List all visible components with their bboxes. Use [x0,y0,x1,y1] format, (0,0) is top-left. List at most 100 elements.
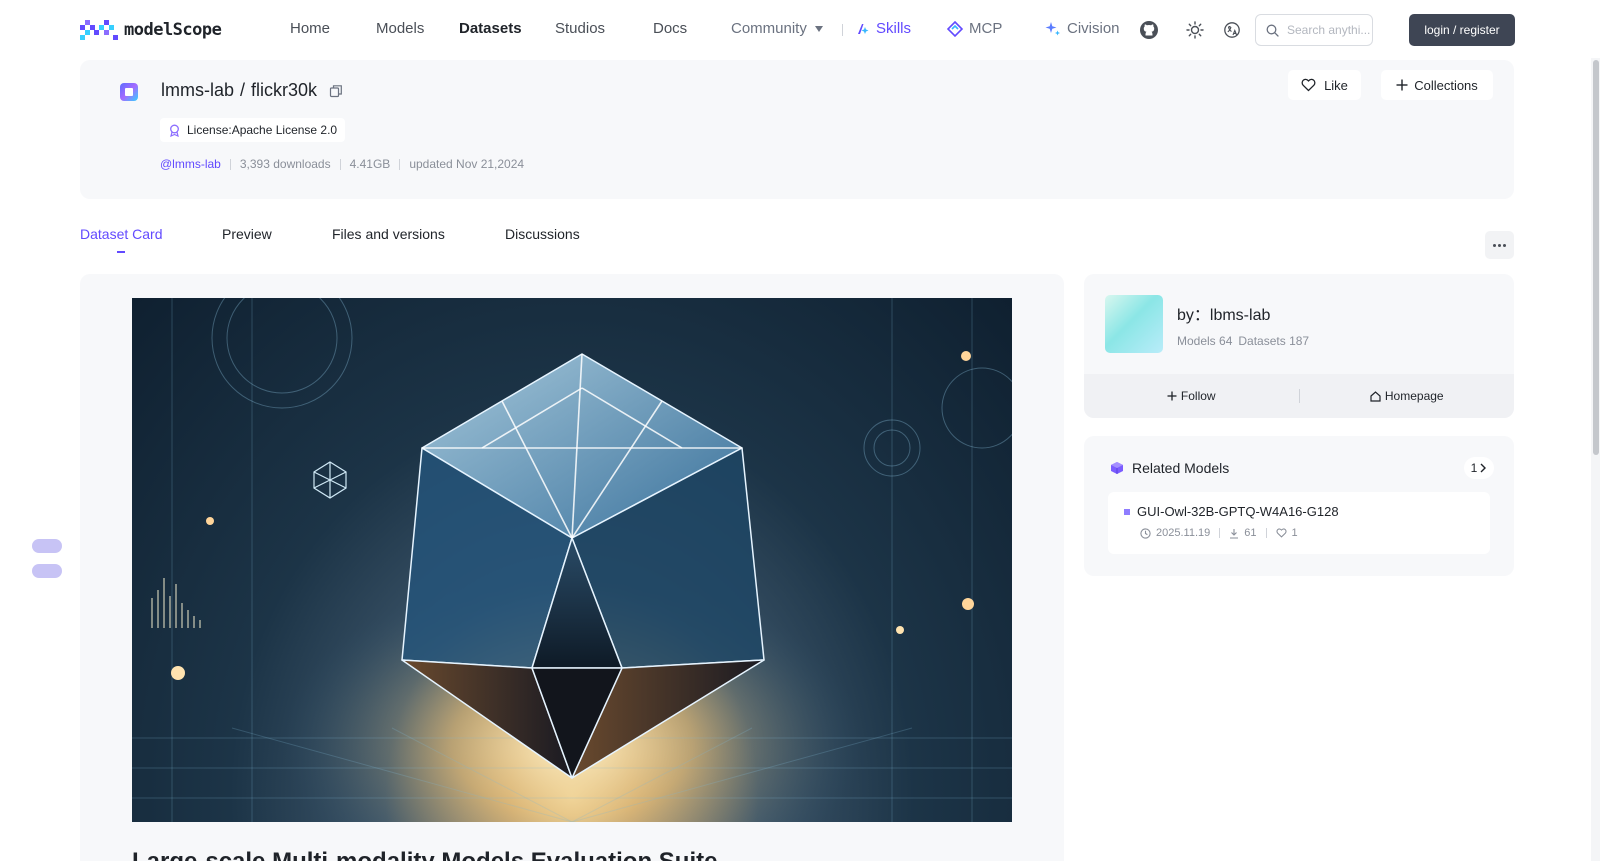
model-square-icon [1124,508,1130,515]
homepage-label: Homepage [1384,389,1444,403]
dot-icon [1493,243,1496,247]
logo-text: modelScope [124,20,222,40]
nav-skills[interactable]: Skills [856,20,911,37]
owner-stats: Models 64 Datasets 187 [1177,334,1309,348]
modelscope-logo-icon [80,20,118,40]
nav-mcp-label: MCP [969,20,1003,37]
search-input[interactable] [1287,23,1371,37]
owner-name[interactable]: by：lbms-lab [1177,301,1270,325]
dataset-card-content: Large-scale Multi-modality Models Evalua… [80,274,1064,861]
dataset-size: 4.41GB [349,157,391,171]
follow-button[interactable]: Follow [1084,389,1299,403]
dot-icon [1503,243,1506,247]
like-label: Like [1324,77,1348,93]
download-icon [1230,528,1239,539]
nav-civision[interactable]: Civision [1045,20,1120,37]
github-icon[interactable] [1138,19,1160,41]
license-text: License:Apache License 2.0 [187,123,338,137]
tab-preview[interactable]: Preview [222,226,272,242]
nav-mcp[interactable]: MCP [947,20,1002,37]
skills-icon [858,23,869,34]
related-models-header: Related Models [1110,460,1229,476]
more-options-button[interactable] [1485,231,1514,259]
copy-icon[interactable] [329,84,343,98]
meta-divider [339,158,341,170]
license-badge-icon [170,124,179,137]
nav-community-label: Community [731,20,807,37]
like-button[interactable]: Like [1288,70,1361,100]
chevron-right-icon [1480,463,1487,473]
home-icon [1370,390,1381,402]
nav-home[interactable]: Home [290,20,330,37]
nav-docs[interactable]: Docs [653,20,687,37]
collections-button[interactable]: Collections [1381,70,1493,100]
dot-icon [1498,243,1501,247]
mcp-icon [947,20,963,37]
title-separator: / [240,80,246,100]
active-tab-indicator [117,251,125,253]
sparkle-icon [1045,21,1060,35]
related-model-date-value: 2025.11.19 [1156,527,1211,539]
related-model-item[interactable]: GUI-Owl-32B-GPTQ-W4A16-G128 2025.11.19 6… [1108,492,1490,554]
follow-label: Follow [1180,389,1216,403]
owner-handle-link[interactable]: @lmms-lab [160,157,221,171]
dataset-owner-name[interactable]: lmms-lab [161,80,234,101]
owner-models-count: Models 64 [1177,334,1233,348]
dataset-header-card: lmms-lab / flickr30k License:Apache Lice… [80,60,1514,199]
nav-civision-label: Civision [1067,20,1120,37]
license-tag[interactable]: License:Apache License 2.0 [160,118,346,142]
heart-icon [1275,528,1287,538]
tab-files-and-versions[interactable]: Files and versions [332,226,445,242]
cube-icon [1111,462,1123,474]
floating-toolbar-button-top[interactable] [32,539,62,553]
owner-avatar[interactable] [1105,295,1163,353]
nav-datasets[interactable]: Datasets [459,20,522,37]
collections-label: Collections [1414,77,1478,93]
login-register-button[interactable]: login / register [1409,14,1515,46]
tab-discussions[interactable]: Discussions [505,226,580,242]
related-model-likes-value: 1 [1291,527,1298,539]
nav-studios[interactable]: Studios [555,20,605,37]
polyhedron-illustration [132,298,1012,822]
theme-toggle-sun-icon[interactable] [1184,19,1206,41]
related-model-downloads: 61 [1229,527,1257,539]
related-model-stats: 2025.11.19 61 1 [1140,527,1298,539]
nav-community[interactable]: Community [731,20,823,37]
scrollbar-thumb[interactable] [1593,60,1599,455]
tab-dataset-card[interactable]: Dataset Card [80,226,162,242]
owner-datasets-count: Datasets 187 [1238,334,1310,348]
heart-icon [1301,78,1316,92]
stats-divider [1265,528,1267,538]
related-models-title: Related Models [1132,460,1230,476]
modelscope-logo[interactable]: modelScope [80,18,222,42]
owner-actions: Follow Homepage [1084,374,1514,418]
related-model-name: GUI-Owl-32B-GPTQ-W4A16-G128 [1137,504,1339,519]
homepage-button[interactable]: Homepage [1300,389,1515,403]
related-model-downloads-value: 61 [1244,527,1257,539]
nav-divider [842,24,843,36]
related-count-value: 1 [1470,461,1478,475]
nav-models[interactable]: Models [376,20,424,37]
floating-toolbar-button-bottom[interactable] [32,564,62,578]
dataset-owner-avatar [120,83,138,101]
updated-date: updated Nov 21,2024 [409,157,525,171]
related-models-count-link[interactable]: 1 [1464,457,1494,479]
dataset-meta-row: @lmms-lab 3,393 downloads 4.41GB updated… [160,157,524,171]
dataset-title: lmms-lab / flickr30k [161,80,343,101]
search-icon [1266,24,1279,37]
download-count: 3,393 downloads [239,157,331,171]
language-switch-icon[interactable] [1221,19,1243,41]
meta-divider [229,158,231,170]
chevron-down-icon [814,25,823,32]
clock-icon [1140,527,1151,539]
related-model-likes: 1 [1275,527,1298,539]
dataset-banner-image [132,298,1012,822]
search-box[interactable] [1255,14,1373,46]
top-navigation-bar: modelScope Home Models Datasets Studios … [0,0,1600,58]
related-model-date: 2025.11.19 [1140,527,1210,539]
plus-icon [1396,79,1408,91]
dataset-card-heading: Large-scale Multi-modality Models Evalua… [132,848,717,861]
related-models-card: Related Models 1 GUI-Owl-32B-GPTQ-W4A16-… [1084,436,1514,576]
related-model-name-row: GUI-Owl-32B-GPTQ-W4A16-G128 [1124,504,1339,519]
meta-divider [399,158,401,170]
